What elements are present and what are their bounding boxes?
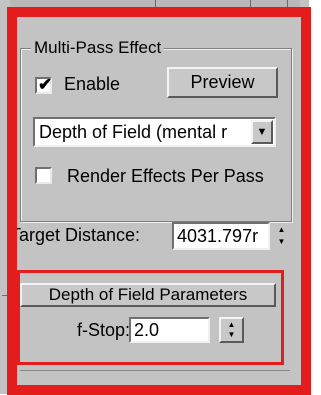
fstop-spinner[interactable]: ▲ ▼ bbox=[219, 317, 244, 343]
enable-label: Enable bbox=[64, 74, 121, 94]
spinner-up-icon[interactable]: ▲ bbox=[221, 320, 242, 330]
spinner-down-icon[interactable]: ▼ bbox=[274, 236, 289, 248]
dof-rollout-header[interactable]: Depth of Field Parameters bbox=[20, 283, 276, 307]
render-effects-checkbox[interactable] bbox=[35, 167, 52, 184]
target-distance-label: Target Distance: bbox=[10, 225, 141, 245]
enable-checkbox[interactable]: ✔ bbox=[35, 75, 53, 94]
divider bbox=[287, 0, 288, 9]
chevron-down-icon[interactable]: ▼ bbox=[251, 120, 273, 144]
rollout-divider bbox=[2, 295, 20, 296]
multipass-group-title: Multi-Pass Effect bbox=[31, 38, 165, 58]
top-strip bbox=[10, 0, 300, 9]
divider bbox=[20, 370, 290, 371]
checkmark-icon: ✔ bbox=[38, 75, 53, 94]
spinner-down-icon[interactable]: ▼ bbox=[221, 330, 242, 340]
fstop-label: f-Stop: bbox=[77, 320, 131, 340]
fstop-field[interactable]: 2.0 bbox=[129, 317, 210, 343]
target-distance-field[interactable]: 4031.797r bbox=[172, 222, 270, 250]
render-effects-label: Render Effects Per Pass bbox=[67, 166, 264, 186]
preview-button[interactable]: Preview bbox=[167, 67, 278, 98]
effect-dropdown-value: Depth of Field (mental r bbox=[39, 122, 228, 142]
divider bbox=[155, 0, 156, 9]
spinner-up-icon[interactable]: ▲ bbox=[274, 224, 289, 236]
target-distance-spinner[interactable]: ▲ ▼ bbox=[274, 224, 289, 248]
effect-dropdown[interactable]: Depth of Field (mental r ▼ bbox=[33, 117, 276, 147]
divider bbox=[250, 0, 251, 9]
